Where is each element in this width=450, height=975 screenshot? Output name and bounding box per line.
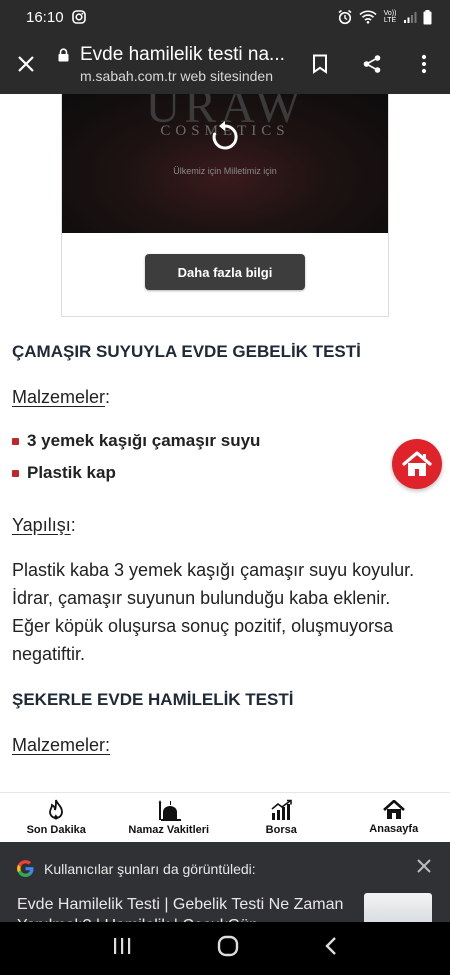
signal-icon: [403, 11, 417, 24]
more-vert-icon: [421, 54, 427, 74]
nav-label: Son Dakika: [26, 824, 86, 836]
status-bar: 16:10 Vo)) LTE: [0, 0, 450, 34]
alarm-icon: [337, 9, 353, 25]
flame-icon: [49, 799, 64, 820]
system-navigation-bar: [0, 922, 450, 975]
related-result-thumbnail[interactable]: [364, 893, 432, 922]
close-icon: [417, 859, 431, 873]
page-title: Evde hamilelik testi na...: [80, 44, 285, 65]
section-heading: ŞEKERLE EVDE HAMİLELİK TESTİ: [12, 690, 294, 709]
home-icon: [382, 800, 405, 819]
lock-icon: [52, 48, 74, 62]
related-header-text: Kullanıcılar şunları da görüntüledi:: [44, 860, 256, 877]
close-related-button[interactable]: [416, 858, 432, 879]
materials-heading: Malzemeler:: [12, 735, 432, 756]
related-searches-panel: Kullanıcılar şunları da görüntüledi: Evd…: [0, 842, 450, 922]
bookmark-icon: [313, 54, 327, 74]
share-icon: [363, 55, 381, 73]
back-icon: [324, 937, 336, 955]
more-options-button[interactable]: [398, 34, 450, 94]
wifi-icon: [359, 10, 377, 24]
ad-slogan: Ülkemiz için Milletimiz için: [173, 166, 277, 176]
ad-more-info-button[interactable]: Daha fazla bilgi: [145, 254, 305, 290]
materials-colon: :: [105, 387, 111, 407]
replay-icon[interactable]: [211, 121, 239, 158]
method-paragraph: Plastik kaba 3 yemek kaşığı çamaşır suyu…: [12, 560, 415, 664]
nav-namaz-vakitleri[interactable]: Namaz Vakitleri: [113, 793, 226, 842]
close-tab-button[interactable]: [0, 34, 52, 94]
recent-apps-icon: [114, 938, 131, 954]
instagram-icon: [71, 10, 86, 24]
browser-toolbar: Evde hamilelik testi na... m.sabah.com.t…: [0, 34, 450, 94]
section-heading: ÇAMAŞIR SUYUYLA EVDE GEBELİK TESTİ: [12, 342, 361, 361]
bullet-icon: [12, 469, 19, 477]
advertisement: URAW COSMETICS Ülkemiz için Milletimiz i…: [61, 94, 389, 317]
recent-apps-button[interactable]: [112, 937, 132, 960]
material-text: Plastik kap: [27, 463, 116, 482]
google-icon: [17, 860, 34, 877]
home-system-button[interactable]: [217, 935, 239, 962]
page-domain: m.sabah.com.tr web sitesinden: [80, 68, 273, 84]
bookmark-button[interactable]: [294, 34, 346, 94]
back-button[interactable]: [324, 936, 338, 961]
home-floating-button[interactable]: [392, 439, 442, 489]
clock-time: 16:10: [26, 8, 64, 26]
nav-label: Borsa: [265, 824, 297, 836]
method-label: Yapılışı: [12, 515, 71, 535]
url-area[interactable]: Evde hamilelik testi na... m.sabah.com.t…: [74, 44, 294, 84]
site-bottom-nav: Son Dakika Namaz Vakitleri Borsa Anasayf…: [0, 792, 450, 842]
related-header: Kullanıcılar şunları da görüntüledi:: [17, 860, 256, 877]
close-icon: [18, 56, 34, 72]
battery-icon: [423, 9, 432, 25]
network-label: Vo)) LTE: [383, 10, 397, 24]
nav-borsa[interactable]: Borsa: [225, 793, 338, 842]
nav-label: Namaz Vakitleri: [128, 824, 210, 836]
chart-icon: [271, 799, 293, 820]
nav-son-dakika[interactable]: Son Dakika: [0, 793, 113, 842]
mosque-icon: [158, 800, 181, 821]
method-heading: Yapılışı:: [12, 515, 432, 536]
materials-label: Malzemeler:: [12, 735, 111, 755]
materials-list: 3 yemek kaşığı çamaşır suyu Plastik kap: [12, 425, 432, 489]
bullet-icon: [12, 437, 19, 445]
home-icon: [402, 451, 432, 476]
list-item: Plastik kap: [12, 457, 432, 489]
materials-label: Malzemeler: [12, 387, 106, 407]
material-text: 3 yemek kaşığı çamaşır suyu: [27, 431, 261, 450]
share-button[interactable]: [346, 34, 398, 94]
related-result-title[interactable]: Evde Hamilelik Testi | Gebelik Testi Ne …: [17, 894, 347, 922]
list-item: 3 yemek kaşığı çamaşır suyu: [12, 425, 432, 457]
ad-video[interactable]: URAW COSMETICS Ülkemiz için Milletimiz i…: [62, 94, 388, 233]
nav-anasayfa[interactable]: Anasayfa: [338, 793, 450, 842]
nav-label: Anasayfa: [369, 823, 419, 835]
method-colon: :: [70, 515, 76, 535]
page-content: URAW COSMETICS Ülkemiz için Milletimiz i…: [0, 94, 450, 792]
materials-heading: Malzemeler:: [12, 387, 432, 408]
article-body: ÇAMAŞIR SUYUYLA EVDE GEBELİK TESTİ Malze…: [12, 342, 432, 756]
home-circle-icon: [217, 935, 239, 957]
